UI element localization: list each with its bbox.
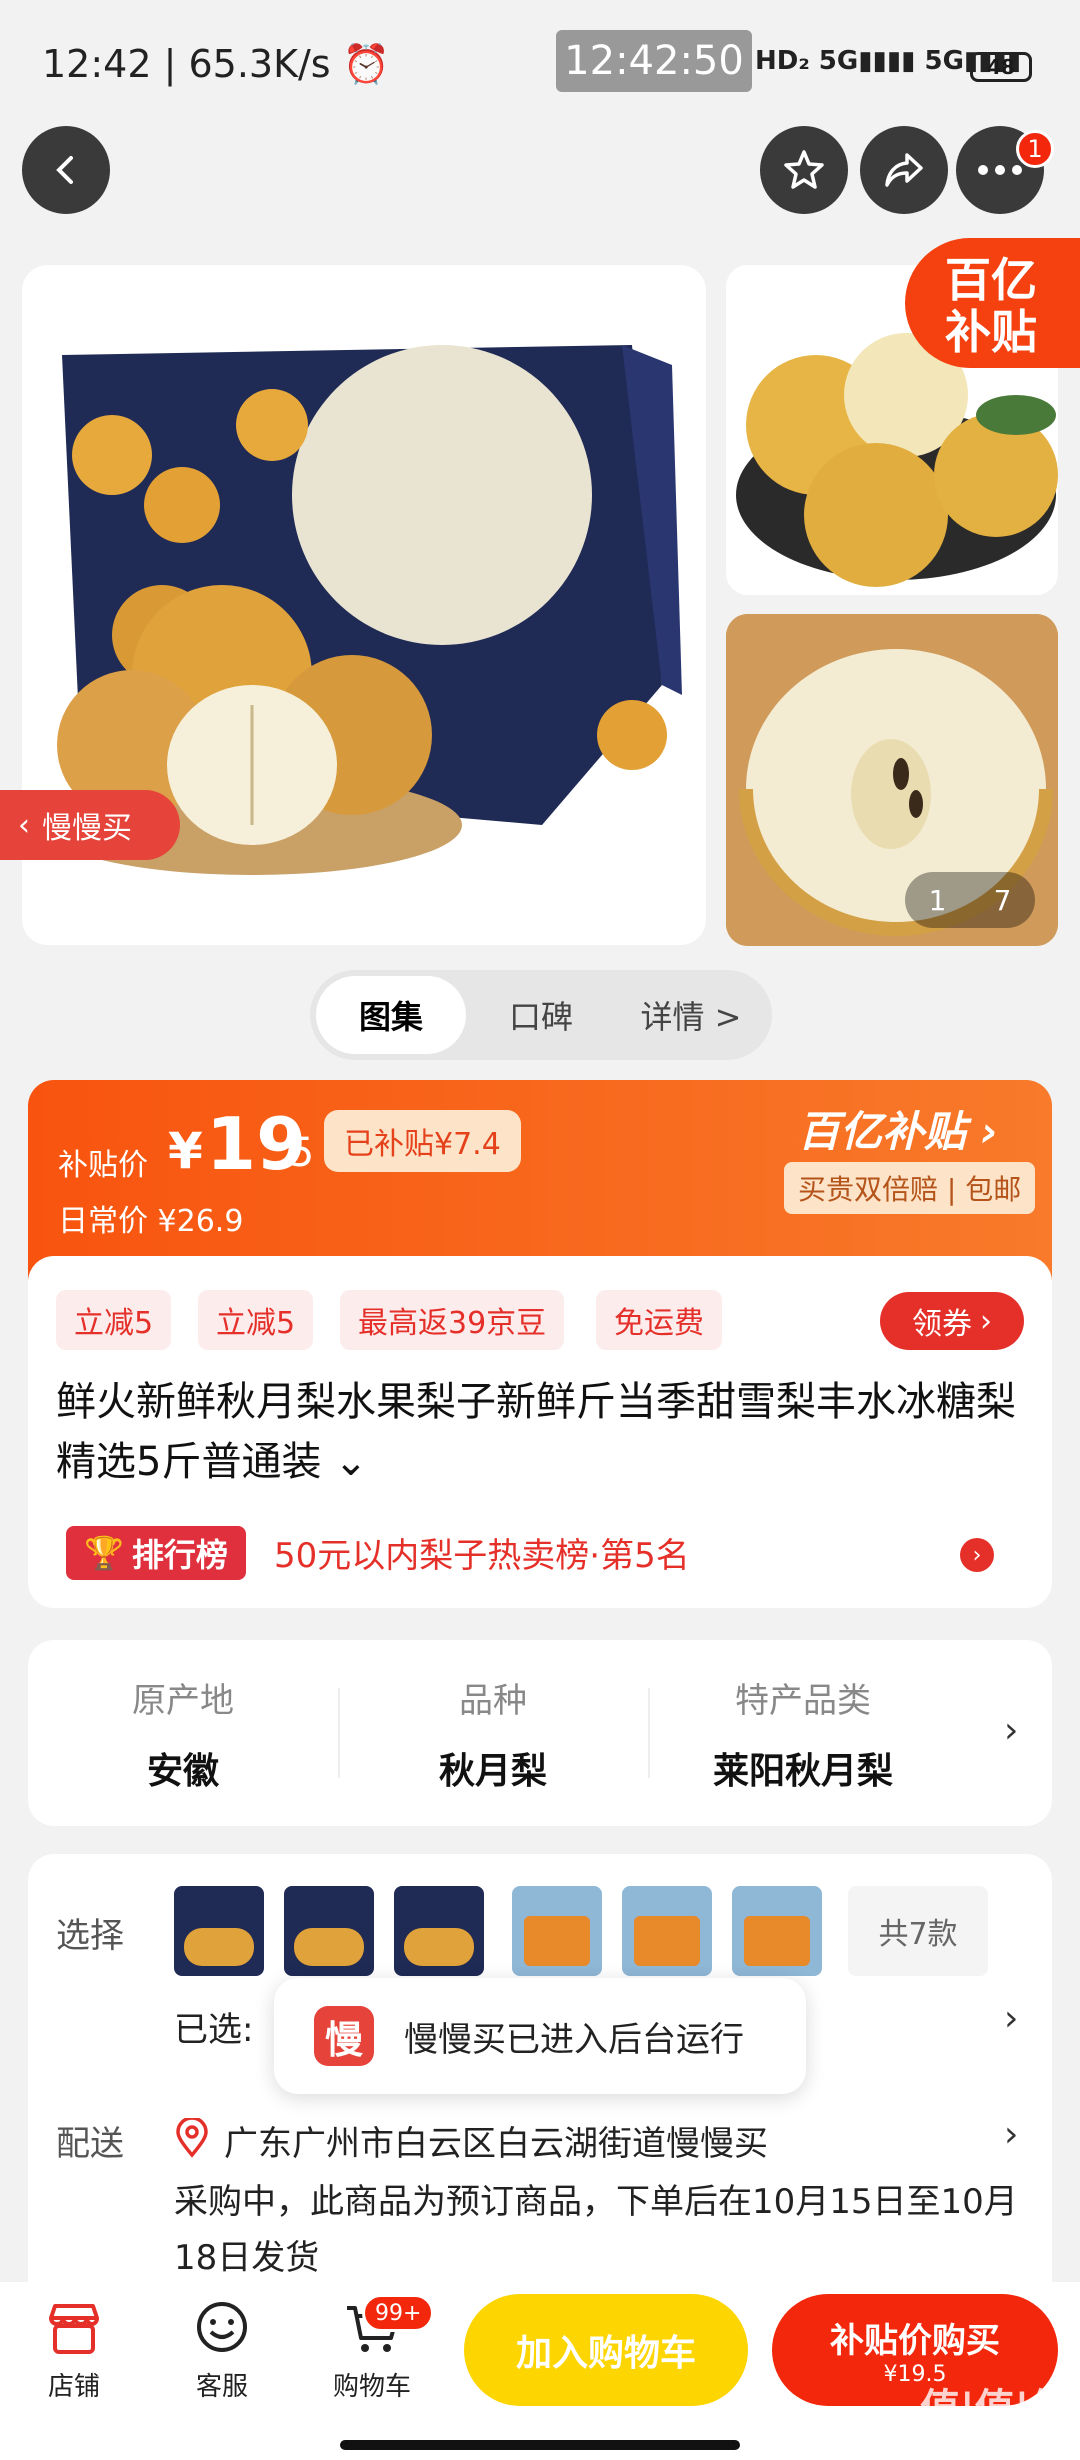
price-card: 补贴价 ¥ 19 .5 已补贴¥7.4 日常价 ¥26.9 百亿补贴 › 买贵双… — [28, 1080, 1052, 1280]
promo-chip[interactable]: 立减5 — [198, 1290, 314, 1350]
selected-label: 已选: — [174, 2010, 254, 2050]
media-tabs: 图集 口碑 详情 > — [310, 970, 772, 1060]
attribute-value: 安徽 — [146, 1750, 219, 1792]
favorite-button[interactable] — [760, 126, 848, 214]
attribute-item: 特产品类 莱阳秋月梨 — [648, 1640, 958, 1826]
delivery-label: 配送 — [56, 2124, 124, 2164]
counter-current: 1 — [928, 883, 947, 917]
image-counter: 1 7 — [905, 872, 1035, 928]
attributes-card[interactable]: 原产地 安徽 品种 秋月梨 特产品类 莱阳秋月梨 › — [28, 1640, 1052, 1826]
trophy-icon: 🏆 — [84, 1534, 124, 1572]
promo-chip[interactable]: 立减5 — [56, 1290, 172, 1350]
home-indicator[interactable] — [340, 2440, 740, 2450]
add-to-cart-button[interactable]: 加入购物车 — [464, 2294, 748, 2406]
tab-gallery[interactable]: 图集 — [316, 976, 466, 1054]
chevron-right-icon[interactable]: › — [960, 1538, 994, 1572]
background-toast: 慢 慢慢买已进入后台运行 — [274, 1978, 806, 2094]
price-currency: ¥ — [168, 1122, 203, 1180]
subsidy-brand-link[interactable]: 百亿补贴 › — [798, 1098, 998, 1159]
chevron-right-icon[interactable]: › — [1004, 2114, 1018, 2155]
battery-indicator: 48 — [970, 52, 1032, 82]
more-badge: 1 — [1016, 130, 1054, 168]
status-clock: 12:42:50 — [556, 30, 752, 92]
tab-details[interactable]: 详情 > — [616, 976, 766, 1054]
customer-service-button[interactable]: 客服 — [162, 2300, 282, 2440]
chevron-right-icon: › — [1004, 1710, 1019, 1751]
tab-reviews[interactable]: 口碑 — [466, 976, 616, 1054]
service-label: 客服 — [195, 2372, 248, 2402]
attribute-value: 莱阳秋月梨 — [712, 1750, 893, 1792]
price-label: 补贴价 — [58, 1148, 148, 1183]
store-icon — [49, 2304, 99, 2354]
slow-buy-label: 慢慢买 — [42, 811, 132, 846]
attribute-item: 原产地 安徽 — [28, 1640, 338, 1826]
rank-badge: 🏆 排行榜 — [66, 1526, 246, 1580]
variant-thumb[interactable] — [732, 1886, 822, 1976]
variant-thumb[interactable] — [622, 1886, 712, 1976]
subsidy-amount-badge: 已补贴¥7.4 — [324, 1110, 521, 1172]
delivery-address[interactable]: 广东广州市白云区白云湖街道慢慢买 — [224, 2116, 768, 2165]
counter-total: 7 — [993, 883, 1012, 917]
product-title[interactable]: 鲜火新鲜秋月梨水果梨子新鲜斤当季甜雪梨丰水冰糖梨 精选5斤普通装 ⌄ — [56, 1372, 1016, 1492]
coupon-label: 领券 — [912, 1307, 972, 1342]
store-label: 店铺 — [47, 2372, 100, 2402]
slow-buy-button[interactable]: ‹ 慢慢买 — [0, 790, 180, 860]
toast-text: 慢慢买已进入后台运行 — [404, 2019, 744, 2060]
app-logo-icon: 慢 — [314, 2006, 374, 2066]
chat-icon — [197, 2302, 247, 2352]
star-icon — [784, 150, 824, 189]
status-time: 12:42 | 65.3K/s ⏰ — [42, 42, 390, 86]
subsidy-corner-tag: 百亿补贴 — [905, 238, 1080, 368]
variant-count[interactable]: 共7款 — [848, 1886, 988, 1976]
chevron-right-icon: › — [980, 1303, 992, 1339]
cart-count-badge: 99+ — [362, 2294, 435, 2332]
watermark: 值|值|值 — [920, 2386, 1070, 2432]
back-button[interactable] — [22, 126, 110, 214]
promo-chip[interactable]: 免运费 — [596, 1290, 722, 1350]
cart-label: 购物车 — [332, 2372, 411, 2402]
variant-thumb[interactable] — [284, 1886, 374, 1976]
store-button[interactable]: 店铺 — [14, 2300, 134, 2440]
chevron-left-icon — [56, 156, 73, 184]
attribute-key: 特产品类 — [735, 1680, 871, 1721]
attribute-value: 秋月梨 — [438, 1750, 547, 1792]
share-button[interactable] — [860, 126, 948, 214]
product-info-card: 立减5 立减5 最高返39京豆 免运费 领券 › 鲜火新鲜秋月梨水果梨子新鲜斤当… — [28, 1256, 1052, 1608]
promo-chip[interactable]: 最高返39京豆 — [340, 1290, 565, 1350]
status-bar: 12:42 | 65.3K/s ⏰ 12:42:50 HD₂ 5G▮▮▮▮ 5G… — [0, 0, 1080, 130]
share-icon — [885, 153, 923, 187]
location-pin-icon — [176, 2118, 208, 2158]
rank-text[interactable]: 50元以内梨子热卖榜·第5名 — [274, 1528, 690, 1577]
attribute-key: 原产地 — [132, 1680, 234, 1721]
select-label: 选择 — [56, 1916, 124, 1956]
more-icon — [978, 165, 1022, 175]
buy-now-label: 补贴价购买 — [830, 2321, 1000, 2361]
guarantee-badge: 买贵双倍赔 | 包邮 — [784, 1162, 1036, 1214]
variant-thumb[interactable] — [394, 1886, 484, 1976]
daily-price: 日常价 ¥26.9 — [58, 1204, 244, 1239]
variant-thumb[interactable] — [512, 1886, 602, 1976]
chevron-right-icon[interactable]: › — [1004, 1998, 1018, 2039]
attribute-item: 品种 秋月梨 — [338, 1640, 648, 1826]
delivery-note: 采购中，此商品为预订商品，下单后在10月15日至10月18日发货 — [174, 2182, 1018, 2278]
rank-badge-label: 排行榜 — [131, 1536, 228, 1574]
bottom-action-bar: 店铺 客服 购物车 99+ 加入购物车 补贴价购买 ¥19.5 — [0, 2282, 1080, 2460]
price-decimal: .5 — [276, 1130, 315, 1176]
chevron-left-icon: ‹ — [18, 807, 30, 843]
variant-thumb[interactable] — [174, 1886, 264, 1976]
attribute-key: 品种 — [459, 1680, 527, 1721]
get-coupon-button[interactable]: 领券 › — [880, 1292, 1024, 1350]
